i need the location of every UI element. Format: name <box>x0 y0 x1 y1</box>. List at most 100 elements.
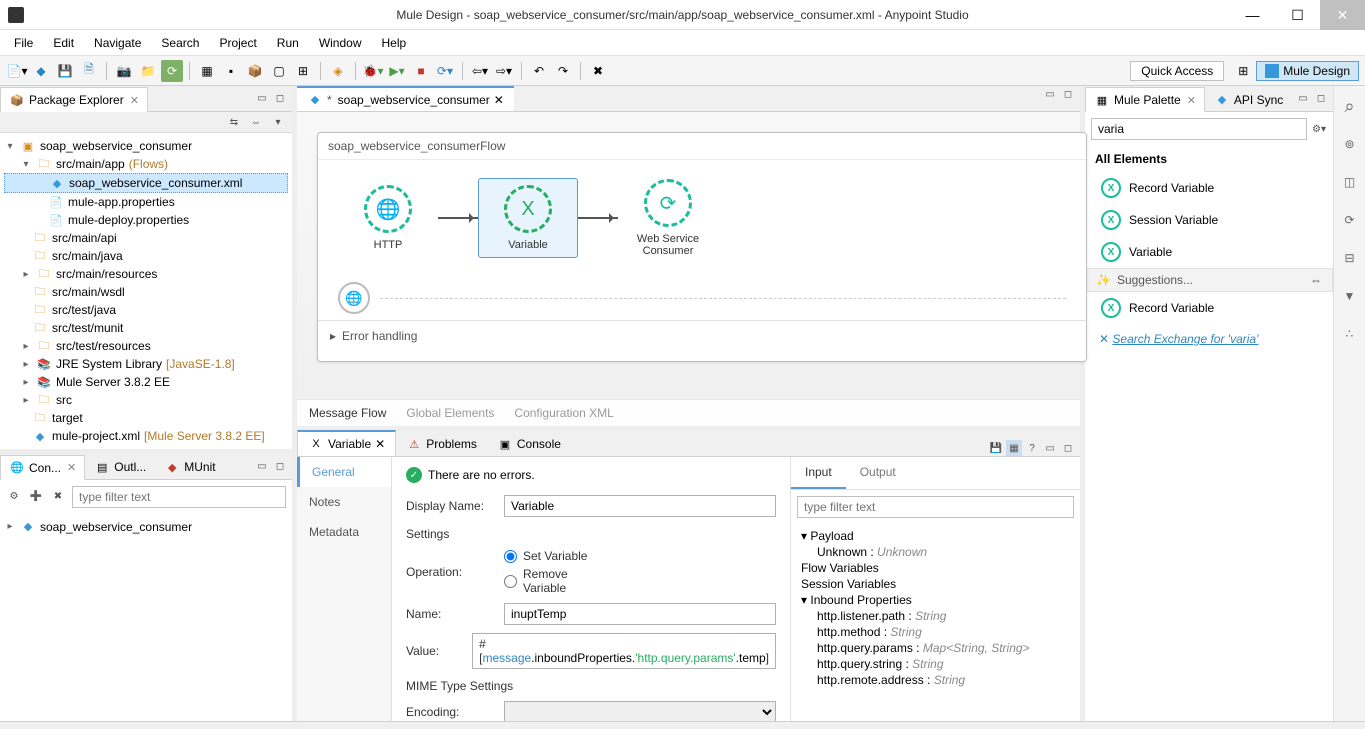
meta-inbound[interactable]: ▾ Inbound Properties <box>801 592 1070 608</box>
perspective-switch-icon[interactable]: ⊞ <box>1232 60 1254 82</box>
close-icon[interactable]: ✕ <box>375 437 385 451</box>
connections-root[interactable]: ▸◆soap_webservice_consumer <box>4 518 288 536</box>
display-name-input[interactable] <box>504 495 776 517</box>
jre-library[interactable]: ▸📚JRE System Library [JavaSE-1.8] <box>4 355 288 373</box>
stop-btn[interactable]: ■ <box>410 60 432 82</box>
open-btn[interactable]: ◆ <box>30 60 52 82</box>
menu-navigate[interactable]: Navigate <box>84 32 151 54</box>
view-minimize-icon[interactable]: ▭ <box>254 91 270 107</box>
view-minimize-icon[interactable]: ▭ <box>254 458 270 474</box>
tab-outline[interactable]: ▤Outl... <box>85 454 155 480</box>
flow-canvas[interactable]: soap_webservice_consumerFlow 🌐 HTTP X Va… <box>297 112 1080 399</box>
folder-src-test-resources[interactable]: ▸🗀src/test/resources <box>4 337 288 355</box>
folder-btn[interactable]: 📁 <box>137 60 159 82</box>
meta-inbound-item[interactable]: http.remote.address : String <box>801 672 1070 688</box>
settings-icon[interactable]: ⚙ <box>6 489 22 505</box>
close-icon[interactable]: ✕ <box>1187 94 1196 107</box>
palette-item-record-variable[interactable]: XRecord Variable <box>1085 172 1333 204</box>
add-icon[interactable]: ➕ <box>28 489 44 505</box>
layout-icon[interactable]: ▦ <box>1006 440 1022 456</box>
meta-tab-output[interactable]: Output <box>846 457 910 489</box>
file-mule-app-properties[interactable]: 📄mule-app.properties <box>4 193 288 211</box>
view-maximize-icon[interactable]: ◻ <box>272 91 288 107</box>
meta-inbound-item[interactable]: http.query.string : String <box>801 656 1070 672</box>
file-mule-project-xml[interactable]: ◆mule-project.xml [Mule Server 3.8.2 EE] <box>4 427 288 445</box>
view-minimize-icon[interactable]: ▭ <box>1295 91 1311 107</box>
view-minimize-icon[interactable]: ▭ <box>1042 440 1058 456</box>
tab-api-sync[interactable]: ◆API Sync <box>1205 87 1292 113</box>
menu-window[interactable]: Window <box>309 32 372 54</box>
help-icon[interactable]: ? <box>1024 440 1040 456</box>
file-mule-deploy-properties[interactable]: 📄mule-deploy.properties <box>4 211 288 229</box>
editor-tab-global-elements[interactable]: Global Elements <box>406 406 494 420</box>
tab-package-explorer[interactable]: 📦 Package Explorer ✕ <box>0 87 148 112</box>
meta-flow-vars[interactable]: Flow Variables <box>801 560 1070 576</box>
connections-filter-input[interactable] <box>72 486 286 508</box>
tab-variable-properties[interactable]: XVariable✕ <box>297 430 396 456</box>
folder-src-test-munit[interactable]: 🗀src/test/munit <box>4 319 288 337</box>
box-btn[interactable]: ▢ <box>268 60 290 82</box>
meta-inbound-item[interactable]: http.listener.path : String <box>801 608 1070 624</box>
view-maximize-icon[interactable]: ◻ <box>1313 91 1329 107</box>
folder-src-main-app[interactable]: ▾🗀src/main/app (Flows) <box>4 155 288 173</box>
close-icon[interactable]: ✕ <box>67 461 76 474</box>
meta-payload-val[interactable]: Unknown : Unknown <box>801 544 1070 560</box>
flow-node-http[interactable]: 🌐 HTTP <box>338 185 438 251</box>
align-btn[interactable]: ▪ <box>220 60 242 82</box>
close-x[interactable]: ✖ <box>587 60 609 82</box>
camera-btn[interactable]: 📷 <box>113 60 135 82</box>
view-maximize-icon[interactable]: ◻ <box>1060 440 1076 456</box>
props-nav-metadata[interactable]: Metadata <box>297 517 391 547</box>
palette-search-input[interactable] <box>1091 118 1307 140</box>
run-dropdown[interactable]: ▶▾ <box>386 60 408 82</box>
tab-problems[interactable]: ⚠Problems <box>396 432 487 456</box>
gutter-search-icon[interactable]: ⌕ <box>1340 96 1360 116</box>
props-nav-general[interactable]: General <box>297 457 391 487</box>
palette-item-session-variable[interactable]: XSession Variable <box>1085 204 1333 236</box>
menu-search[interactable]: Search <box>151 32 209 54</box>
quick-access[interactable]: Quick Access <box>1130 61 1224 81</box>
meta-session-vars[interactable]: Session Variables <box>801 576 1070 592</box>
editor-tab-message-flow[interactable]: Message Flow <box>309 406 386 420</box>
link-editor-icon[interactable]: ⇔ <box>248 114 264 130</box>
collapse-all-icon[interactable]: ⇆ <box>226 114 242 130</box>
tag-btn[interactable]: ◈ <box>327 60 349 82</box>
menu-edit[interactable]: Edit <box>43 32 84 54</box>
menu-help[interactable]: Help <box>372 32 417 54</box>
save-icon[interactable]: 💾 <box>988 440 1004 456</box>
window-close[interactable]: ✕ <box>1320 0 1365 30</box>
save-btn[interactable]: 💾 <box>54 60 76 82</box>
tab-connections[interactable]: 🌐Con...✕ <box>0 455 85 480</box>
view-menu-icon[interactable]: ▾ <box>270 114 286 130</box>
flow-node-ws-consumer[interactable]: ⟳ Web Service Consumer <box>618 179 718 257</box>
menu-file[interactable]: File <box>4 32 43 54</box>
refresh-view-btn[interactable]: ⟳ <box>161 60 183 82</box>
variable-value-input[interactable]: #[message.inboundProperties.'http.query.… <box>472 633 776 669</box>
palette-suggestion-record-variable[interactable]: XRecord Variable <box>1085 292 1333 324</box>
grid-btn[interactable]: ⊞ <box>292 60 314 82</box>
gutter-target-icon[interactable]: ⊚ <box>1340 134 1360 154</box>
window-maximize[interactable]: ☐ <box>1275 0 1320 30</box>
editor-tab-consumer[interactable]: ◆ * soap_webservice_consumer ✕ <box>297 86 514 111</box>
folder-src-main-resources[interactable]: ▸🗀src/main/resources <box>4 265 288 283</box>
close-icon[interactable]: ✕ <box>130 94 139 107</box>
meta-filter-input[interactable] <box>797 496 1074 518</box>
perspective-mule-design[interactable]: Mule Design <box>1256 61 1359 81</box>
editor-tab-config-xml[interactable]: Configuration XML <box>514 406 613 420</box>
view-maximize-icon[interactable]: ◻ <box>272 458 288 474</box>
menu-run[interactable]: Run <box>267 32 309 54</box>
view-maximize-icon[interactable]: ◻ <box>1060 86 1076 102</box>
redo-arrow[interactable]: ↷ <box>552 60 574 82</box>
gutter-users-icon[interactable]: ∴ <box>1340 324 1360 344</box>
project-node[interactable]: ▾▣soap_webservice_consumer <box>4 137 288 155</box>
meta-inbound-item[interactable]: http.method : String <box>801 624 1070 640</box>
debug-dropdown[interactable]: 🐞▾ <box>362 60 384 82</box>
palette-item-variable[interactable]: XVariable <box>1085 236 1333 268</box>
gutter-tree-icon[interactable]: ⊟ <box>1340 248 1360 268</box>
gutter-cycle-icon[interactable]: ⟳ <box>1340 210 1360 230</box>
gutter-filter-icon[interactable]: ▼ <box>1340 286 1360 306</box>
meta-tab-input[interactable]: Input <box>791 457 846 489</box>
palette-suggestions-header[interactable]: ✨Suggestions...⇔ <box>1085 268 1333 292</box>
window-minimize[interactable]: — <box>1230 0 1275 30</box>
view-minimize-icon[interactable]: ▭ <box>1042 86 1058 102</box>
